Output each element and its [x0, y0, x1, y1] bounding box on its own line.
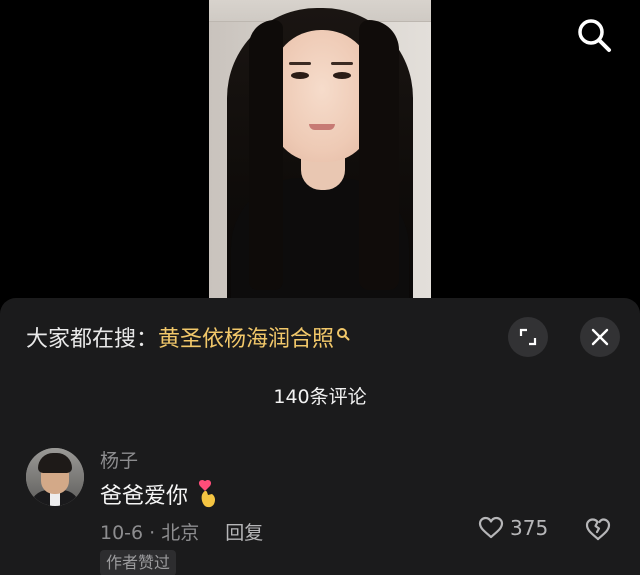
- heart-hands-emoji-icon: [196, 479, 220, 509]
- trending-search-link[interactable]: 黄圣依杨海润合照: [158, 321, 350, 353]
- close-button[interactable]: [580, 317, 620, 357]
- comment-date-location: 10-6 · 北京: [100, 522, 200, 544]
- video-subject-eye: [291, 72, 309, 79]
- video-subject-hair-left: [249, 20, 283, 290]
- author-liked-badge: 作者赞过: [100, 550, 177, 575]
- comment-count: 140条评论: [273, 386, 367, 408]
- comment-meta: 10-6 · 北京 回复: [100, 518, 263, 545]
- avatar[interactable]: [26, 448, 84, 506]
- like-button[interactable]: 375: [478, 516, 548, 540]
- search-button[interactable]: [574, 16, 614, 56]
- heart-outline-icon: [478, 516, 504, 539]
- video-subject-eye: [333, 72, 351, 79]
- video-subject-face: [271, 30, 373, 162]
- video-subject-brow: [331, 62, 353, 65]
- video-subject-brow: [289, 62, 311, 65]
- expand-button[interactable]: [508, 317, 548, 357]
- trending-search-bar: 大家都在搜： 黄圣依杨海润合照: [26, 320, 350, 354]
- expand-icon: [519, 328, 537, 346]
- video-frame[interactable]: [209, 0, 431, 298]
- dislike-button[interactable]: [584, 516, 612, 546]
- video-subject-hair-right: [359, 20, 399, 290]
- broken-heart-icon: [585, 518, 611, 541]
- comment-username[interactable]: 杨子: [100, 446, 138, 473]
- search-icon: [578, 19, 611, 52]
- like-count: 375: [510, 516, 549, 540]
- reply-button[interactable]: 回复: [225, 518, 263, 545]
- trending-prefix: 大家都在搜：: [26, 327, 159, 352]
- video-player[interactable]: [0, 0, 640, 298]
- small-search-icon: [337, 328, 350, 341]
- video-subject-mouth: [309, 124, 335, 130]
- avatar-hair: [38, 453, 72, 473]
- comment-sheet: 大家都在搜： 黄圣依杨海润合照 140条评论 杨子 爸爸爱你 10-6 · 北京…: [0, 298, 640, 575]
- comment-body: 爸爸爱你: [100, 478, 220, 510]
- close-icon: [591, 328, 609, 346]
- comment-text: 爸爸爱你: [100, 484, 189, 509]
- comment-item: 杨子 爸爸爱你 10-6 · 北京 回复 375 作者赞过: [0, 438, 640, 575]
- trending-query: 黄圣依杨海润合照: [158, 327, 335, 352]
